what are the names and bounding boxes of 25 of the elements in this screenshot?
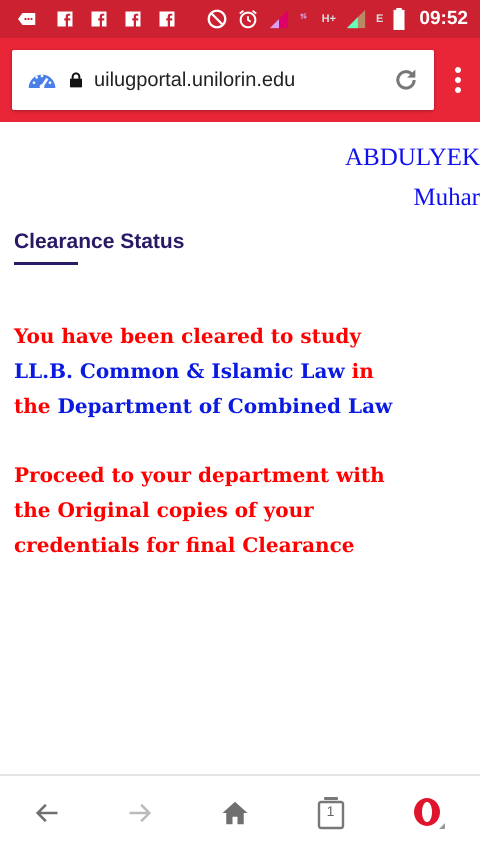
alarm-icon [236,8,259,30]
tabs-button[interactable]: 1 [310,790,352,836]
tabs-icon [316,796,346,830]
do-not-disturb-icon [206,8,228,30]
network-type: E [376,13,384,25]
facebook-icon [56,10,74,28]
url-text: uilugportal.unilorin.edu [94,68,296,92]
opera-logo-icon [411,795,448,831]
clearance-message: Proceed to your department with the Original copies of your credentials for final Clearance [14,462,386,559]
clock: 09:52 [419,8,468,30]
signal-icon [345,8,368,30]
lock-icon [68,71,84,89]
menu-icon [454,66,462,94]
student-name: ABDULYEK [345,143,480,173]
facebook-icon [90,10,108,28]
signal-icon [268,8,290,30]
clearance-message: You have been cleared to study LL.B. Common & Islamic Law in the Department of Combined Law [14,323,394,420]
battery-icon [392,8,406,30]
address-bar[interactable]: uilugportal.unilorin.edu [12,50,434,110]
facebook-icon [158,10,176,28]
network-type: H+ [322,13,336,25]
student-name: Muhar [413,183,480,213]
title-underline [14,262,78,265]
facebook-icon [124,10,142,28]
section-title: Clearance Status [14,230,186,254]
